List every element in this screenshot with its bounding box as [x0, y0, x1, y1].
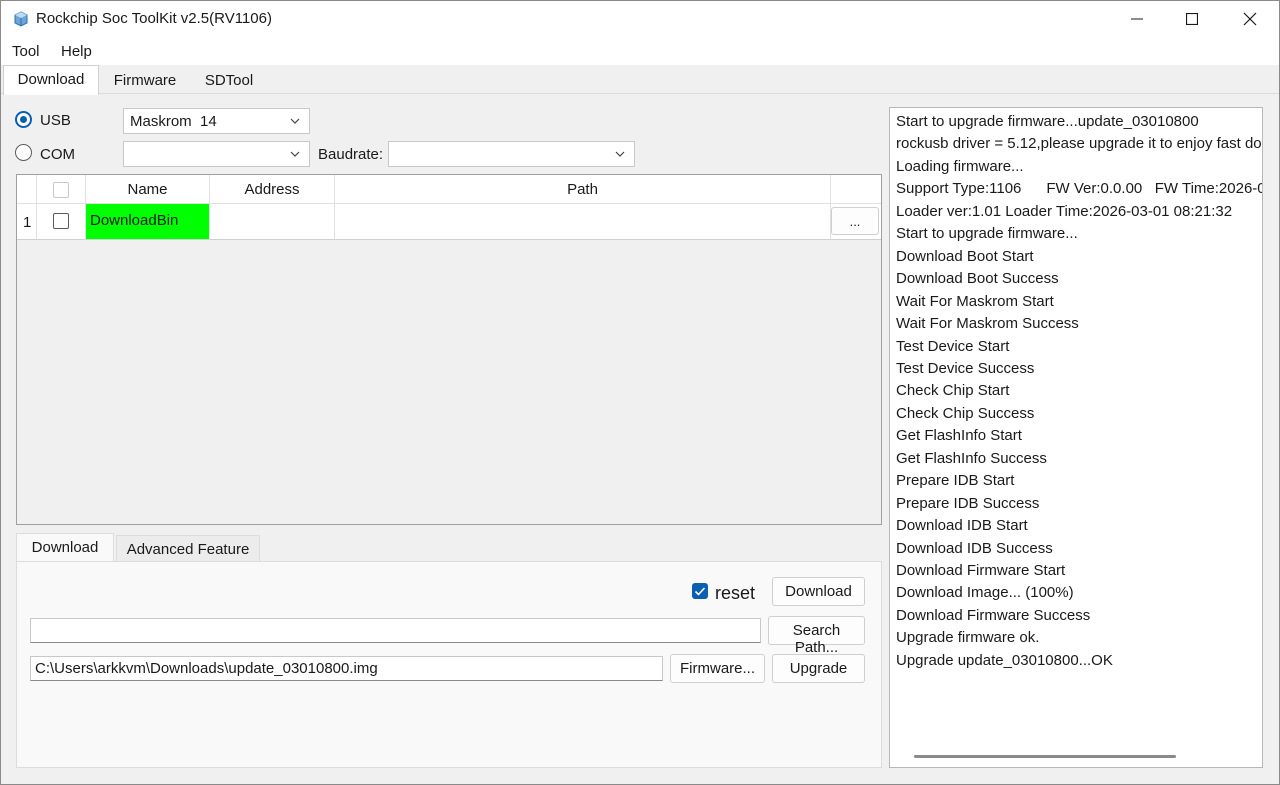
com-radio[interactable]	[15, 144, 32, 161]
row-browse-cell: ...	[831, 204, 881, 240]
close-icon	[1243, 12, 1257, 26]
log-line: Download IDB Start	[896, 517, 1028, 535]
log-line: Download Boot Start	[896, 247, 1034, 265]
menu-help[interactable]: Help	[61, 43, 92, 60]
tab-advanced-feature[interactable]: Advanced Feature	[116, 535, 260, 562]
col-header-browse	[831, 175, 881, 204]
upgrade-button[interactable]: Upgrade	[772, 654, 865, 683]
app-window: Rockchip Soc ToolKit v2.5(RV1106) Tool H…	[0, 0, 1280, 785]
search-path-button[interactable]: Search Path...	[768, 616, 865, 656]
firmware-path-input[interactable]: C:\Users\arkkvm\Downloads\update_0301080…	[30, 656, 663, 681]
log-line: Wait For Maskrom Success	[896, 315, 1079, 333]
log-line: Download Firmware Start	[896, 562, 1066, 579]
row-address-cell[interactable]	[210, 204, 335, 240]
log-line: Test Device Start	[896, 337, 1010, 355]
search-path-input[interactable]	[30, 618, 761, 643]
col-header-path[interactable]: Path	[335, 175, 831, 204]
reset-checkbox[interactable]	[692, 583, 708, 599]
log-panel[interactable]: Start to upgrade firmware...update_03010…	[889, 107, 1263, 768]
chevron-down-icon	[290, 118, 300, 124]
maximize-button[interactable]	[1163, 1, 1221, 37]
log-line: Support Type:1106 FW Ver:0.0.00 FW Time:…	[896, 180, 1263, 198]
col-header-name[interactable]: Name	[86, 175, 210, 204]
log-line: Upgrade update_03010800...OK	[896, 651, 1113, 669]
rockchip-app-icon	[14, 11, 28, 27]
minimize-button[interactable]	[1108, 1, 1166, 37]
firmware-button[interactable]: Firmware...	[670, 654, 765, 683]
log-line: Start to upgrade firmware...update_03010…	[896, 113, 1199, 130]
menu-bar: Tool Help	[1, 37, 1279, 65]
horizontal-scrollbar[interactable]	[914, 755, 1176, 758]
close-button[interactable]	[1221, 1, 1279, 37]
row-path-cell[interactable]	[335, 204, 831, 240]
tab-download[interactable]: Download	[3, 65, 99, 95]
select-all-checkbox[interactable]	[53, 182, 69, 198]
browse-button[interactable]: ...	[831, 207, 879, 235]
row-index: 1	[17, 204, 37, 240]
window-title: Rockchip Soc ToolKit v2.5(RV1106)	[36, 10, 272, 27]
com-label: COM	[40, 146, 75, 163]
chevron-down-icon	[290, 151, 300, 157]
log-line: Download Image... (100%)	[896, 584, 1074, 602]
baudrate-select[interactable]	[388, 141, 635, 167]
log-line: Prepare IDB Start	[896, 472, 1015, 490]
log-line: Download Boot Success	[896, 270, 1059, 288]
log-line: Check Chip Success	[896, 404, 1035, 422]
log-line: Wait For Maskrom Start	[896, 292, 1054, 310]
row-select-cell	[37, 204, 86, 240]
tab-firmware[interactable]: Firmware	[101, 67, 189, 94]
log-line: Upgrade firmware ok.	[896, 629, 1040, 647]
tab-lower-download[interactable]: Download	[16, 533, 114, 562]
com-port-select[interactable]	[123, 141, 310, 167]
select-all-cell	[37, 175, 86, 204]
baudrate-label: Baudrate:	[318, 146, 384, 163]
log-line: Download Firmware Success	[896, 606, 1091, 624]
usb-label: USB	[40, 112, 71, 129]
log-line: Loader ver:1.01 Loader Time:2026-03-01 0…	[896, 202, 1233, 220]
download-grid: Name Address Path 1 DownloadBin ...	[16, 174, 882, 525]
log-line: Get FlashInfo Success	[896, 449, 1047, 467]
title-bar: Rockchip Soc ToolKit v2.5(RV1106)	[1, 1, 1279, 37]
row-name-cell[interactable]: DownloadBin	[86, 204, 210, 240]
chevron-down-icon	[615, 151, 625, 157]
checkmark-icon	[694, 587, 706, 596]
tab-sdtool[interactable]: SDTool	[193, 67, 265, 94]
log-line: Get FlashInfo Start	[896, 427, 1022, 445]
grid-header: Name Address Path	[17, 175, 881, 204]
log-line: rockusb driver = 5.12,please upgrade it …	[896, 135, 1262, 153]
row-checkbox[interactable]	[53, 213, 69, 229]
log-line: Loading firmware...	[896, 157, 1024, 175]
log-line: Prepare IDB Success	[896, 494, 1040, 512]
main-tabs: Download Firmware SDTool	[1, 65, 1279, 95]
log-line: Start to upgrade firmware...	[896, 225, 1078, 243]
reset-label: reset	[715, 583, 756, 603]
usb-device-select[interactable]: Maskrom 14	[123, 108, 310, 134]
col-header-address[interactable]: Address	[210, 175, 335, 204]
row-header-corner	[17, 175, 37, 204]
log-line: Test Device Success	[896, 359, 1035, 377]
maximize-icon	[1186, 13, 1198, 25]
log-line: Download IDB Success	[896, 539, 1053, 557]
log-line: Check Chip Start	[896, 382, 1010, 400]
minimize-icon	[1131, 18, 1143, 20]
download-button[interactable]: Download	[772, 577, 865, 606]
menu-tool[interactable]: Tool	[12, 43, 40, 60]
usb-device-value: Maskrom 14	[130, 113, 217, 130]
usb-radio[interactable]	[15, 111, 32, 128]
